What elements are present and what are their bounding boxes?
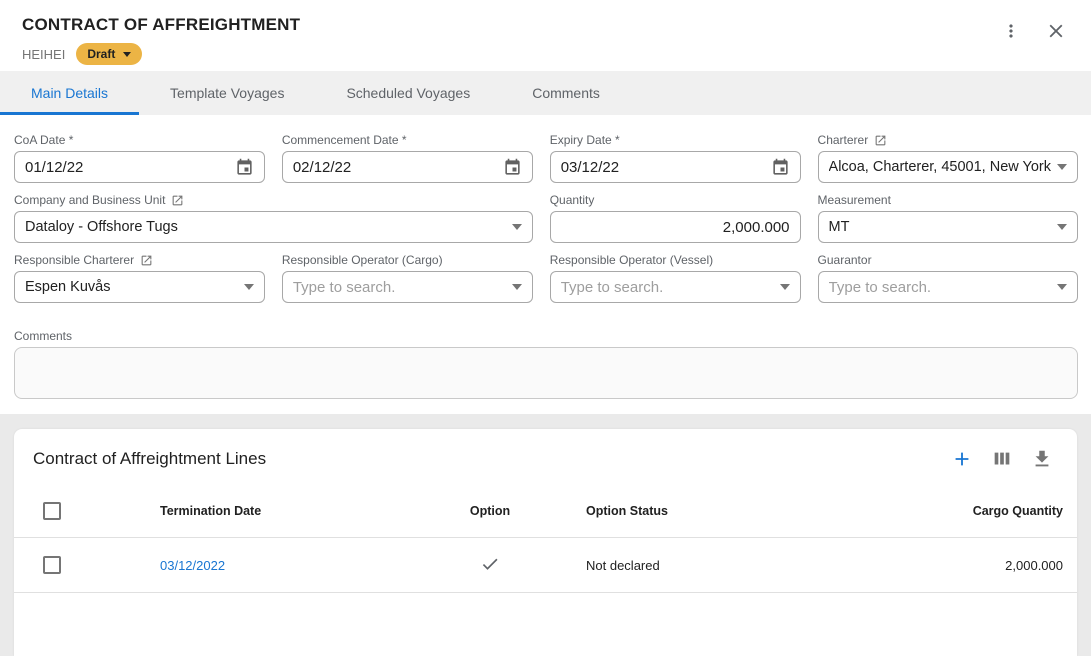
external-link-icon[interactable] [171, 194, 184, 207]
select-all-checkbox[interactable] [43, 502, 61, 520]
charterer-select[interactable]: Alcoa, Charterer, 45001, New York [818, 151, 1078, 183]
external-link-icon[interactable] [874, 134, 887, 147]
company-business-unit-label: Company and Business Unit [14, 193, 165, 207]
charterer-field: Charterer Alcoa, Charterer, 45001, New Y… [818, 133, 1078, 183]
tab-comments[interactable]: Comments [501, 71, 631, 115]
page-title: CONTRACT OF AFFREIGHTMENT [22, 15, 1071, 35]
lines-card-title: Contract of Affreightment Lines [33, 449, 266, 469]
expiry-date-input[interactable] [561, 159, 771, 176]
measurement-label: Measurement [818, 193, 1078, 207]
measurement-field: Measurement MT [818, 193, 1078, 243]
measurement-select[interactable]: MT [818, 211, 1078, 243]
responsible-operator-cargo-field: Responsible Operator (Cargo) [282, 253, 533, 303]
add-icon[interactable] [951, 448, 973, 470]
cargo-quantity-value: 2,000.000 [836, 558, 1077, 573]
calendar-icon[interactable] [503, 158, 522, 177]
coa-date-label: CoA Date * [14, 133, 265, 147]
dropdown-caret-icon[interactable] [512, 224, 522, 230]
guarantor-field: Guarantor [818, 253, 1078, 303]
download-icon[interactable] [1031, 448, 1053, 470]
responsible-charterer-value: Espen Kuvås [25, 279, 238, 295]
lines-toolbar [951, 448, 1053, 470]
comments-textarea[interactable] [14, 347, 1078, 399]
calendar-icon[interactable] [771, 158, 790, 177]
responsible-charterer-select[interactable]: Espen Kuvås [14, 271, 265, 303]
responsible-operator-vessel-label: Responsible Operator (Vessel) [550, 253, 801, 267]
coa-date-field: CoA Date * [14, 133, 265, 183]
guarantor-input[interactable] [829, 279, 1051, 296]
col-termination-date: Termination Date [160, 504, 430, 518]
col-option: Option [430, 504, 550, 518]
coa-lines-card: Contract of Affreightment Lines Terminat… [14, 429, 1077, 656]
guarantor-label: Guarantor [818, 253, 1078, 267]
company-business-unit-value: Dataloy - Offshore Tugs [25, 219, 506, 235]
row-checkbox[interactable] [43, 556, 61, 574]
table-row: 03/12/2022 Not declared 2,000.000 [14, 538, 1077, 593]
tab-scheduled-voyages[interactable]: Scheduled Voyages [315, 71, 501, 115]
company-business-unit-field: Company and Business Unit Dataloy - Offs… [14, 193, 533, 243]
option-status-value: Not declared [550, 558, 836, 573]
chevron-down-icon [123, 52, 131, 57]
calendar-icon[interactable] [235, 158, 254, 177]
quantity-label: Quantity [550, 193, 801, 207]
header-subrow: HEIHEI Draft [22, 42, 1071, 66]
measurement-value: MT [829, 219, 1051, 235]
dropdown-caret-icon[interactable] [244, 284, 254, 290]
status-badge-label: Draft [87, 47, 115, 61]
col-cargo-quantity: Cargo Quantity [836, 504, 1077, 518]
coa-date-input[interactable] [25, 159, 235, 176]
columns-icon[interactable] [991, 448, 1013, 470]
lines-table: Termination Date Option Option Status Ca… [14, 484, 1077, 593]
kebab-menu-icon[interactable] [1001, 21, 1021, 41]
charterer-label: Charterer [818, 133, 869, 147]
checkmark-icon [480, 554, 500, 577]
close-icon[interactable] [1045, 20, 1067, 42]
dropdown-caret-icon[interactable] [512, 284, 522, 290]
charterer-value: Alcoa, Charterer, 45001, New York [829, 159, 1051, 175]
commencement-date-label: Commencement Date * [282, 133, 533, 147]
company-business-unit-select[interactable]: Dataloy - Offshore Tugs [14, 211, 533, 243]
termination-date-link[interactable]: 03/12/2022 [160, 558, 225, 573]
dropdown-caret-icon[interactable] [1057, 164, 1067, 170]
lines-section: Contract of Affreightment Lines Terminat… [0, 414, 1091, 656]
commencement-date-input[interactable] [293, 159, 503, 176]
dialog-header: CONTRACT OF AFFREIGHTMENT HEIHEI Draft [0, 0, 1091, 66]
main-details-form: CoA Date * Commencement Date * Expiry Da… [0, 115, 1091, 404]
contract-reference: HEIHEI [22, 47, 65, 62]
responsible-operator-cargo-input[interactable] [293, 279, 506, 296]
dropdown-caret-icon[interactable] [1057, 224, 1067, 230]
external-link-icon[interactable] [140, 254, 153, 267]
responsible-operator-cargo-label: Responsible Operator (Cargo) [282, 253, 533, 267]
comments-field: Comments [14, 329, 1078, 404]
expiry-date-field: Expiry Date * [550, 133, 801, 183]
col-option-status: Option Status [550, 504, 836, 518]
dropdown-caret-icon[interactable] [780, 284, 790, 290]
quantity-input[interactable] [561, 219, 790, 236]
responsible-charterer-label: Responsible Charterer [14, 253, 134, 267]
status-badge[interactable]: Draft [76, 43, 142, 65]
tab-template-voyages[interactable]: Template Voyages [139, 71, 315, 115]
responsible-operator-vessel-field: Responsible Operator (Vessel) [550, 253, 801, 303]
responsible-charterer-field: Responsible Charterer Espen Kuvås [14, 253, 265, 303]
commencement-date-field: Commencement Date * [282, 133, 533, 183]
comments-label: Comments [14, 329, 1078, 343]
tab-main-details[interactable]: Main Details [0, 71, 139, 115]
expiry-date-label: Expiry Date * [550, 133, 801, 147]
header-actions [1001, 20, 1067, 42]
tab-bar: Main Details Template Voyages Scheduled … [0, 71, 1091, 115]
dropdown-caret-icon[interactable] [1057, 284, 1067, 290]
lines-table-header: Termination Date Option Option Status Ca… [14, 484, 1077, 538]
responsible-operator-vessel-input[interactable] [561, 279, 774, 296]
quantity-field: Quantity [550, 193, 801, 243]
